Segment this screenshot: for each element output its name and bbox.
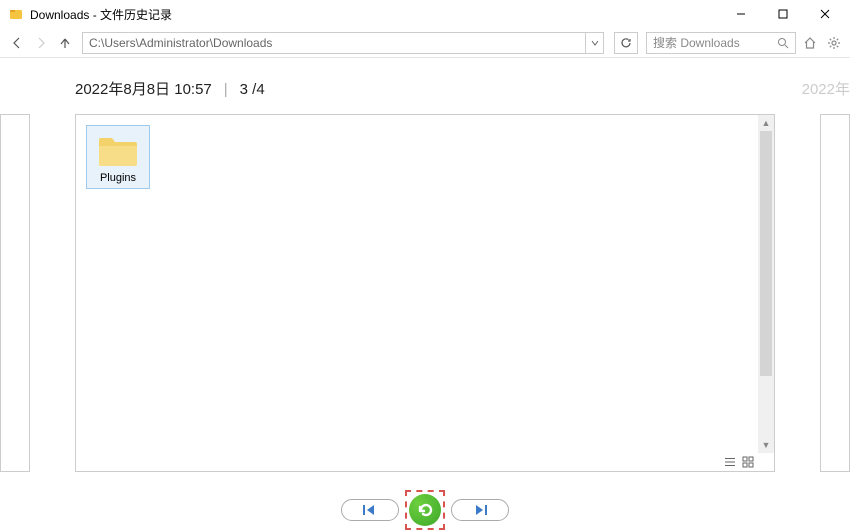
refresh-button[interactable]: [614, 32, 638, 54]
toolbar: C:\Users\Administrator\Downloads 搜索 Down…: [0, 28, 850, 58]
search-icon: [777, 37, 789, 49]
restore-button-highlight: [405, 490, 445, 530]
gear-icon[interactable]: [824, 33, 844, 53]
window-controls: [720, 0, 846, 28]
scroll-thumb[interactable]: [760, 131, 772, 376]
file-list[interactable]: Plugins: [76, 115, 774, 471]
item-label: Plugins: [89, 172, 147, 184]
list-item[interactable]: Plugins: [86, 125, 150, 189]
up-button[interactable]: [54, 32, 76, 54]
maximize-button[interactable]: [762, 0, 804, 28]
main-pane: Plugins ▲ ▼: [75, 114, 775, 472]
restore-icon: [415, 500, 435, 520]
content-area: 2022年8月8日 10:57 | 3 /4 2022年 Plugins ▲: [0, 58, 850, 518]
address-bar-container: C:\Users\Administrator\Downloads: [82, 32, 604, 54]
scroll-down-icon[interactable]: ▼: [758, 437, 774, 453]
skip-forward-icon: [472, 504, 488, 516]
app-icon: [8, 6, 24, 22]
view-details-icon[interactable]: [722, 454, 738, 470]
back-button[interactable]: [6, 32, 28, 54]
page-indicator: 3 /4: [240, 81, 265, 98]
address-text: C:\Users\Administrator\Downloads: [89, 36, 272, 50]
home-icon[interactable]: [800, 33, 820, 53]
restore-button[interactable]: [409, 494, 441, 526]
address-bar[interactable]: C:\Users\Administrator\Downloads: [82, 32, 586, 54]
timestamp-row: 2022年8月8日 10:57 | 3 /4: [0, 78, 850, 102]
skip-back-icon: [362, 504, 378, 516]
forward-button[interactable]: [30, 32, 52, 54]
next-timestamp-preview: 2022年: [802, 78, 850, 99]
view-icons-icon[interactable]: [740, 454, 756, 470]
address-dropdown[interactable]: [586, 32, 604, 54]
panes-row: Plugins ▲ ▼: [0, 114, 850, 472]
scroll-up-icon[interactable]: ▲: [758, 115, 774, 131]
view-mode-buttons: [722, 454, 756, 470]
close-button[interactable]: [804, 0, 846, 28]
timestamp: 2022年8月8日 10:57: [75, 78, 212, 99]
next-version-pane[interactable]: [820, 114, 850, 472]
scroll-track[interactable]: [758, 131, 774, 437]
search-placeholder: 搜索 Downloads: [653, 34, 777, 51]
titlebar: Downloads - 文件历史记录: [0, 0, 850, 28]
search-input[interactable]: 搜索 Downloads: [646, 32, 796, 54]
window-title: Downloads - 文件历史记录: [30, 6, 720, 23]
previous-version-pane[interactable]: [0, 114, 30, 472]
bottom-controls: [0, 490, 850, 530]
minimize-button[interactable]: [720, 0, 762, 28]
scrollbar[interactable]: ▲ ▼: [758, 115, 774, 453]
divider: |: [224, 81, 228, 98]
folder-icon: [97, 132, 139, 168]
